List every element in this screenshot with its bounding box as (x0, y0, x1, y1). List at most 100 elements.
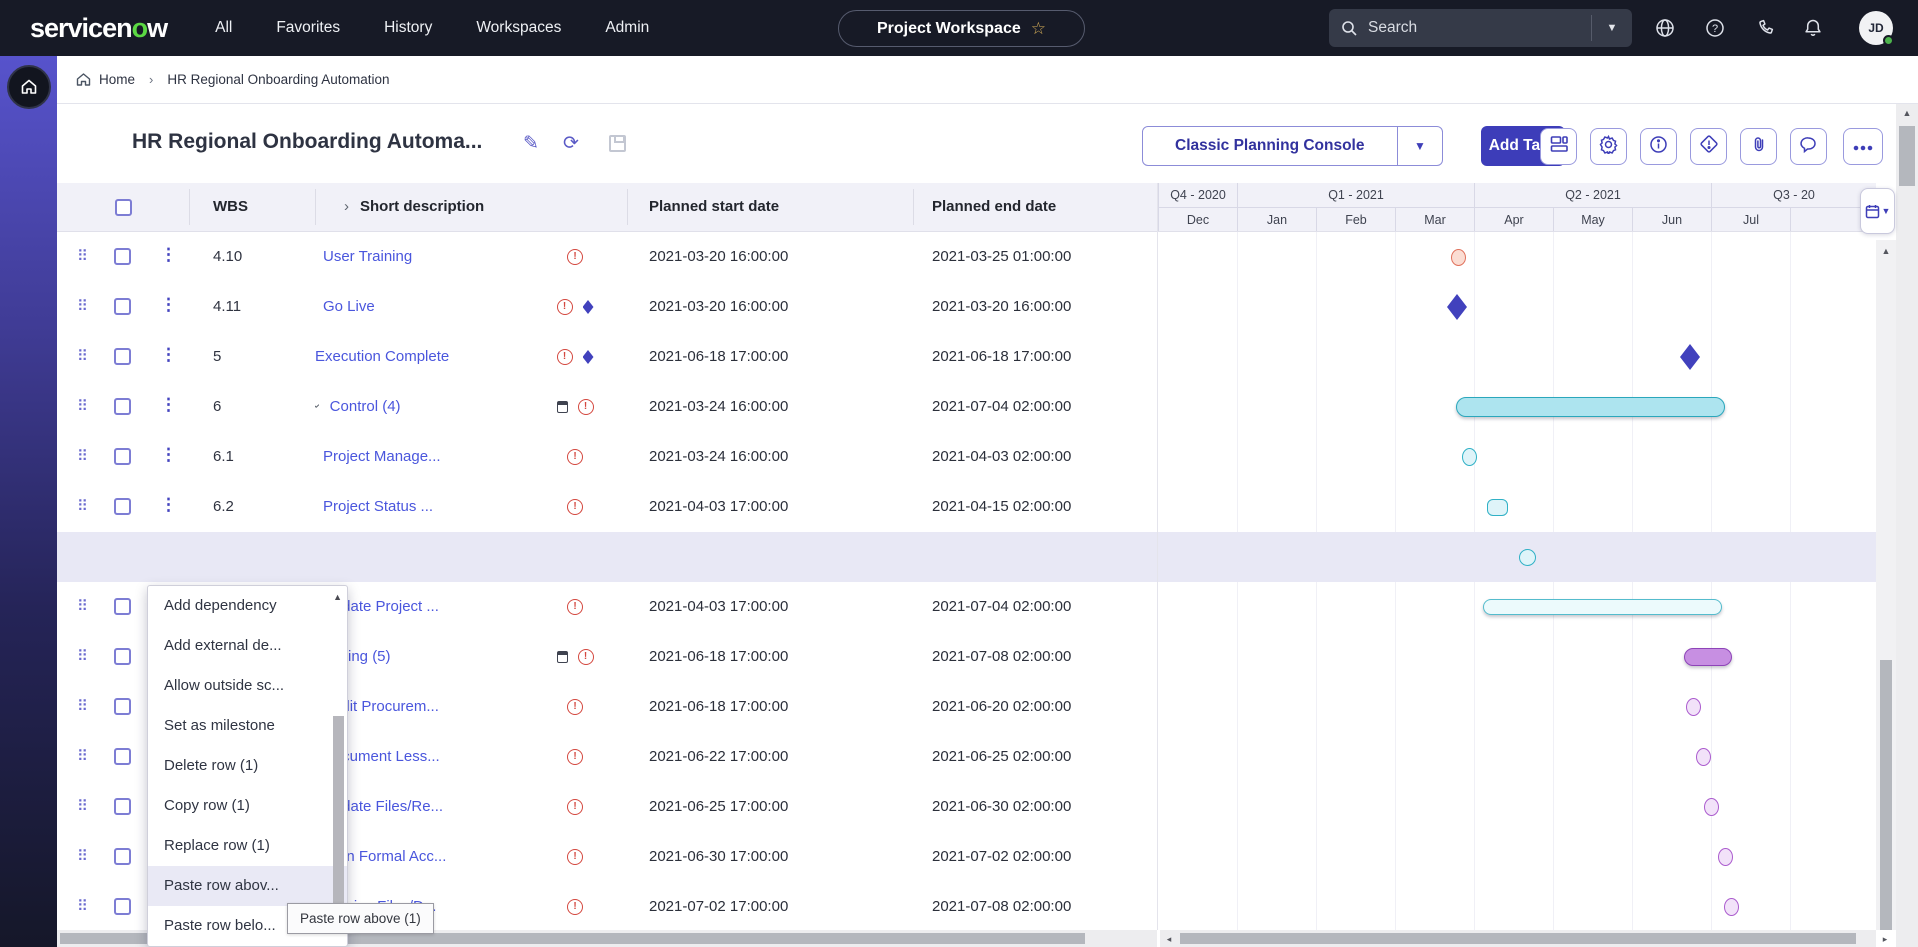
alert-icon[interactable]: ! (567, 449, 583, 465)
menu-item[interactable]: Add dependency (148, 586, 347, 626)
gantt-task-bar[interactable] (1456, 397, 1725, 417)
expand-all-chevron-icon[interactable]: › (344, 198, 349, 215)
select-all-checkbox[interactable] (115, 199, 132, 216)
chat-button[interactable] (1790, 128, 1827, 165)
save-icon[interactable] (609, 135, 626, 152)
alert-icon[interactable]: ! (557, 299, 573, 315)
drag-handle-icon[interactable]: ⠿ (77, 297, 86, 315)
task-link[interactable]: Go Live (323, 298, 375, 315)
row-checkbox[interactable] (114, 298, 131, 315)
gear-button[interactable] (1590, 128, 1627, 165)
alert-icon[interactable]: ! (567, 249, 583, 265)
nav-item-favorites[interactable]: Favorites (276, 19, 340, 37)
gantt-scroll-left-arrow[interactable]: ◂ (1162, 934, 1176, 945)
gantt-scrollbar-thumb[interactable] (1880, 660, 1892, 930)
drag-handle-icon[interactable]: ⠿ (77, 647, 86, 665)
user-avatar[interactable]: JD (1859, 11, 1893, 45)
drag-handle-icon[interactable]: ⠿ (77, 897, 86, 915)
refresh-icon[interactable]: ⟳ (563, 132, 579, 155)
drag-handle-icon[interactable]: ⠿ (77, 697, 86, 715)
gantt-task-marker[interactable] (1487, 499, 1508, 516)
breadcrumb-home-link[interactable]: Home (99, 72, 135, 87)
alert-icon[interactable]: ! (567, 899, 583, 915)
gantt-scroll-right-arrow[interactable]: ▸ (1878, 934, 1892, 945)
gantt-task-marker[interactable] (1519, 549, 1536, 566)
drag-handle-icon[interactable]: ⠿ (77, 597, 86, 615)
sidebar-home-button[interactable] (7, 65, 51, 109)
row-menu-button[interactable]: ⋮ (160, 495, 174, 515)
row-checkbox[interactable] (114, 398, 131, 415)
drag-handle-icon[interactable]: ⠿ (77, 847, 86, 865)
search-scope-dropdown[interactable]: ▼ (1592, 22, 1632, 34)
servicenow-logo[interactable]: servicenow (30, 13, 167, 44)
nav-item-history[interactable]: History (384, 19, 432, 37)
global-search[interactable]: ▼ (1329, 9, 1632, 47)
gantt-task-marker[interactable] (1724, 898, 1739, 916)
row-menu-button[interactable]: ⋮ (160, 345, 174, 365)
gantt-scrollbar-h-thumb[interactable] (1180, 933, 1856, 944)
drag-handle-icon[interactable]: ⠿ (77, 747, 86, 765)
row-checkbox[interactable] (114, 348, 131, 365)
menu-item[interactable]: Delete row (1) (148, 746, 347, 786)
drag-handle-icon[interactable]: ⠿ (77, 397, 86, 415)
gantt-task-marker[interactable] (1696, 748, 1711, 766)
favorite-star-icon[interactable]: ☆ (1031, 19, 1046, 39)
classic-planning-console-button[interactable]: Classic Planning Console ▼ (1142, 126, 1443, 166)
gantt-scroll-up-arrow[interactable]: ▲ (1879, 246, 1893, 256)
task-link[interactable]: Project Manage... (323, 448, 441, 465)
task-link[interactable]: Control (4) (330, 398, 401, 415)
gantt-task-bar[interactable] (1483, 599, 1722, 615)
row-checkbox[interactable] (114, 848, 131, 865)
menu-scrollbar-thumb[interactable] (333, 716, 344, 906)
gantt-task-marker[interactable] (1704, 798, 1719, 816)
phone-icon[interactable] (1752, 14, 1780, 42)
risk-diamond-button[interactable] (1690, 128, 1727, 165)
more-button[interactable] (1843, 128, 1883, 165)
alert-icon[interactable]: ! (567, 699, 583, 715)
alert-icon[interactable]: ! (567, 499, 583, 515)
gantt-task-bar[interactable] (1684, 648, 1732, 666)
drag-handle-icon[interactable]: ⠿ (77, 247, 86, 265)
page-scrollbar-thumb[interactable] (1899, 126, 1915, 186)
menu-item[interactable]: Replace row (1) (148, 826, 347, 866)
alert-icon[interactable]: ! (567, 799, 583, 815)
gantt-task-marker[interactable] (1462, 448, 1477, 466)
alert-icon[interactable]: ! (578, 649, 594, 665)
attachment-button[interactable] (1740, 128, 1777, 165)
row-menu-button[interactable]: ⋮ (160, 245, 174, 265)
drag-handle-icon[interactable]: ⠿ (77, 497, 86, 515)
menu-item[interactable]: Add external de... (148, 626, 347, 666)
column-header-short-description[interactable]: Short description (360, 198, 484, 215)
menu-item[interactable]: Set as milestone (148, 706, 347, 746)
task-link[interactable]: User Training (323, 248, 412, 265)
row-menu-button[interactable]: ⋮ (160, 395, 174, 415)
column-header-planned-start[interactable]: Planned start date (649, 198, 779, 215)
row-checkbox[interactable] (114, 898, 131, 915)
row-checkbox[interactable] (114, 598, 131, 615)
page-vertical-scrollbar[interactable] (1896, 104, 1918, 947)
scroll-up-arrow[interactable]: ▲ (1899, 108, 1915, 118)
task-link[interactable]: Project Status ... (323, 498, 433, 515)
alert-icon[interactable]: ! (567, 749, 583, 765)
info-button[interactable] (1640, 128, 1677, 165)
alert-icon[interactable]: ! (567, 849, 583, 865)
notifications-bell-icon[interactable] (1799, 14, 1827, 42)
search-input[interactable] (1368, 19, 1591, 37)
edit-title-icon[interactable]: ✎ (523, 132, 539, 155)
gantt-task-marker[interactable] (1686, 698, 1701, 716)
drag-handle-icon[interactable]: ⠿ (77, 347, 86, 365)
menu-item[interactable]: Copy row (1) (148, 786, 347, 826)
column-header-wbs[interactable]: WBS (213, 198, 248, 215)
row-checkbox[interactable] (114, 798, 131, 815)
row-menu-button[interactable]: ⋮ (160, 295, 174, 315)
task-link[interactable]: Execution Complete (315, 348, 449, 365)
menu-item[interactable]: Allow outside sc... (148, 666, 347, 706)
row-checkbox[interactable] (114, 648, 131, 665)
row-checkbox[interactable] (114, 698, 131, 715)
drag-handle-icon[interactable]: ⠿ (77, 447, 86, 465)
drag-handle-icon[interactable]: ⠿ (77, 797, 86, 815)
alert-icon[interactable]: ! (567, 599, 583, 615)
table-gantt-divider[interactable] (1157, 183, 1158, 930)
timeline-zoom-button[interactable]: ▼ (1860, 188, 1895, 234)
row-checkbox[interactable] (114, 748, 131, 765)
